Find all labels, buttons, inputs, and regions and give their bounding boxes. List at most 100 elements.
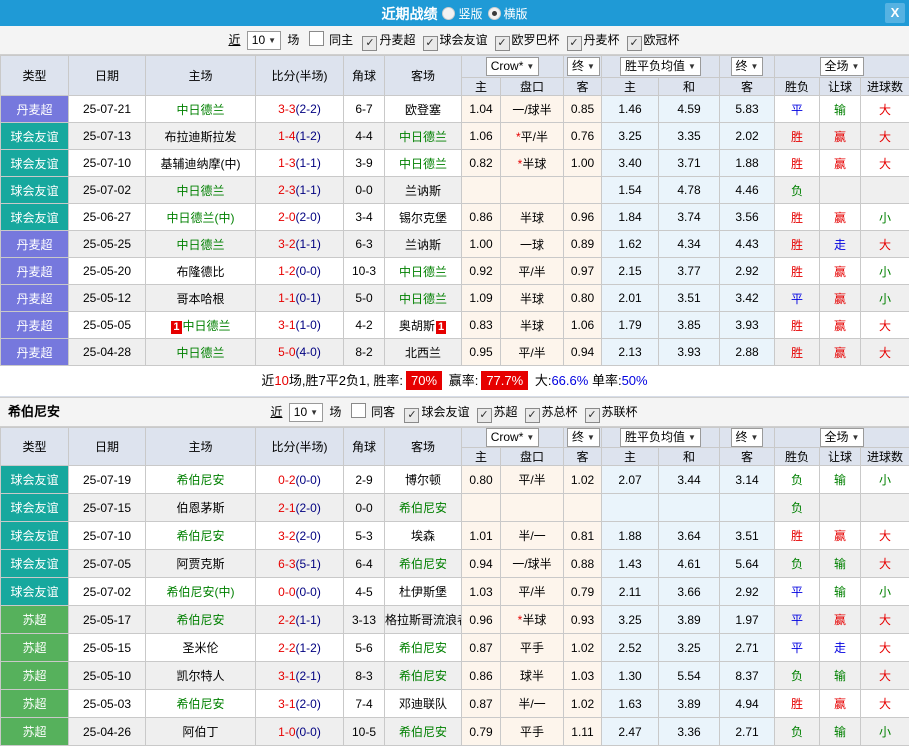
handicap-cell: *半球 bbox=[501, 606, 564, 634]
score-cell: 2-2(1-2) bbox=[256, 634, 344, 662]
goals-cell: 大 bbox=[861, 634, 909, 662]
avg-select[interactable]: 胜平负均值▼ bbox=[620, 428, 701, 447]
score-cell: 2-1(2-0) bbox=[256, 494, 344, 522]
league-checkbox[interactable]: ✓ bbox=[585, 408, 600, 423]
type-cell: 丹麦超 bbox=[1, 96, 69, 123]
horizontal-radio[interactable] bbox=[488, 7, 501, 20]
date-cell: 25-05-15 bbox=[69, 634, 146, 662]
avg-draw-cell bbox=[659, 494, 720, 522]
avg-home-cell: 1.43 bbox=[602, 550, 659, 578]
near-link[interactable]: 近 bbox=[228, 33, 240, 47]
col-score: 比分(半场) bbox=[256, 56, 344, 96]
match-count-select[interactable]: 10▼ bbox=[247, 31, 281, 50]
score-cell: 3-1(2-0) bbox=[256, 690, 344, 718]
avg-home-cell: 2.47 bbox=[602, 718, 659, 746]
odds-away-cell: 0.76 bbox=[564, 123, 602, 150]
odds-away-cell bbox=[564, 494, 602, 522]
type-cell: 丹麦超 bbox=[1, 285, 69, 312]
fulltime-select[interactable]: 全场▼ bbox=[820, 57, 865, 76]
corner-cell: 0-0 bbox=[344, 494, 385, 522]
away-team-cell: 希伯尼安 bbox=[385, 494, 462, 522]
date-cell: 25-04-28 bbox=[69, 339, 146, 366]
close-button[interactable]: X bbox=[885, 3, 905, 23]
avg-draw-cell: 3.64 bbox=[659, 522, 720, 550]
same-away-checkbox[interactable] bbox=[351, 403, 366, 418]
goals-cell: 小 bbox=[861, 578, 909, 606]
chevron-down-icon: ▼ bbox=[688, 62, 696, 71]
halftime-score: (2-0) bbox=[296, 210, 321, 224]
league-checkbox[interactable]: ✓ bbox=[362, 36, 377, 51]
league-checkbox-label: 欧罗巴杯 bbox=[512, 33, 560, 47]
league-checkbox[interactable]: ✓ bbox=[567, 36, 582, 51]
odds-away-cell: 0.97 bbox=[564, 258, 602, 285]
red-number-badge: 1 bbox=[436, 321, 446, 334]
league-checkbox[interactable]: ✓ bbox=[404, 408, 419, 423]
bookmaker-select[interactable]: Crow*▼ bbox=[486, 57, 540, 76]
type-cell: 苏超 bbox=[1, 606, 69, 634]
fulltime-select[interactable]: 全场▼ bbox=[820, 428, 865, 447]
league-checkbox[interactable]: ✓ bbox=[525, 408, 540, 423]
goals-cell: 大 bbox=[861, 522, 909, 550]
bookmaker-select[interactable]: Crow*▼ bbox=[486, 428, 540, 447]
league-filter: ✓丹麦杯 bbox=[561, 33, 620, 47]
avg-home-cell: 1.63 bbox=[602, 690, 659, 718]
table-row: 球会友谊25-07-19希伯尼安0-2(0-0)2-9博尔顿0.80平/半1.0… bbox=[1, 466, 909, 494]
home-team-cell: 希伯尼安(中) bbox=[146, 578, 256, 606]
away-team-cell: 格拉斯哥流浪者 bbox=[385, 606, 462, 634]
handicap-cell: 平/半 bbox=[501, 466, 564, 494]
avg-away-cell: 2.92 bbox=[720, 578, 775, 606]
odds-stage-select[interactable]: 终▼ bbox=[567, 57, 600, 76]
col-score: 比分(半场) bbox=[256, 428, 344, 466]
home-team-cell: 伯恩茅斯 bbox=[146, 494, 256, 522]
league-checkbox[interactable]: ✓ bbox=[495, 36, 510, 51]
table-row: 苏超25-05-17希伯尼安2-2(1-1)3-13格拉斯哥流浪者0.96*半球… bbox=[1, 606, 909, 634]
type-cell: 球会友谊 bbox=[1, 578, 69, 606]
column-header: 让球 bbox=[820, 448, 861, 466]
league-filter: ✓球会友谊 bbox=[398, 405, 469, 419]
chevron-down-icon: ▼ bbox=[852, 62, 860, 71]
column-header: 胜负 bbox=[775, 448, 820, 466]
same-home-checkbox[interactable] bbox=[309, 31, 324, 46]
table-row: 丹麦超25-05-20布隆德比1-2(0-0)10-3中日德兰0.92平/半0.… bbox=[1, 258, 909, 285]
handicap-result-cell: 赢 bbox=[820, 123, 861, 150]
vertical-radio[interactable] bbox=[442, 7, 455, 20]
goals-cell: 大 bbox=[861, 312, 909, 339]
avg-draw-cell: 3.93 bbox=[659, 339, 720, 366]
odds-stage-select[interactable]: 终▼ bbox=[567, 428, 600, 447]
goals-cell: 大 bbox=[861, 339, 909, 366]
avg-home-cell: 1.79 bbox=[602, 312, 659, 339]
goals-cell: 大 bbox=[861, 690, 909, 718]
date-cell: 25-05-10 bbox=[69, 662, 146, 690]
avg-stage-select[interactable]: 终▼ bbox=[731, 57, 764, 76]
table-row: 球会友谊25-07-02希伯尼安(中)0-0(0-0)4-5杜伊斯堡1.03平/… bbox=[1, 578, 909, 606]
league-filter: ✓苏总杯 bbox=[519, 405, 578, 419]
avg-home-cell: 3.25 bbox=[602, 123, 659, 150]
league-checkbox[interactable]: ✓ bbox=[477, 408, 492, 423]
league-filter: ✓欧冠杯 bbox=[621, 33, 680, 47]
avg-home-cell: 1.62 bbox=[602, 231, 659, 258]
table-row: 苏超25-05-10凯尔特人3-1(2-1)8-3希伯尼安0.86球半1.031… bbox=[1, 662, 909, 690]
avg-away-cell: 2.88 bbox=[720, 339, 775, 366]
column-header: 进球数 bbox=[861, 78, 909, 96]
col-type: 类型 bbox=[1, 428, 69, 466]
halftime-score: (5-1) bbox=[296, 557, 321, 571]
match-count-select[interactable]: 10▼ bbox=[289, 403, 323, 422]
avg-select[interactable]: 胜平负均值▼ bbox=[620, 57, 701, 76]
avg-draw-cell: 3.71 bbox=[659, 150, 720, 177]
odds-home-cell: 0.82 bbox=[462, 150, 501, 177]
league-checkbox[interactable]: ✓ bbox=[423, 36, 438, 51]
home-team-cell: 圣米伦 bbox=[146, 634, 256, 662]
handicap-result-cell: 输 bbox=[820, 662, 861, 690]
league-checkbox-label: 丹麦杯 bbox=[584, 33, 620, 47]
avg-stage-select[interactable]: 终▼ bbox=[731, 428, 764, 447]
result-cell: 胜 bbox=[775, 123, 820, 150]
league-checkbox[interactable]: ✓ bbox=[627, 36, 642, 51]
avg-away-cell: 3.56 bbox=[720, 204, 775, 231]
avg-home-cell: 3.40 bbox=[602, 150, 659, 177]
score-cell: 2-3(1-1) bbox=[256, 177, 344, 204]
away-team-cell: 欧登塞 bbox=[385, 96, 462, 123]
table-row: 丹麦超25-07-21中日德兰3-3(2-2)6-7欧登塞1.04一/球半0.8… bbox=[1, 96, 909, 123]
goals-cell: 大 bbox=[861, 231, 909, 258]
near-link[interactable]: 近 bbox=[270, 405, 282, 419]
result-cell: 胜 bbox=[775, 204, 820, 231]
